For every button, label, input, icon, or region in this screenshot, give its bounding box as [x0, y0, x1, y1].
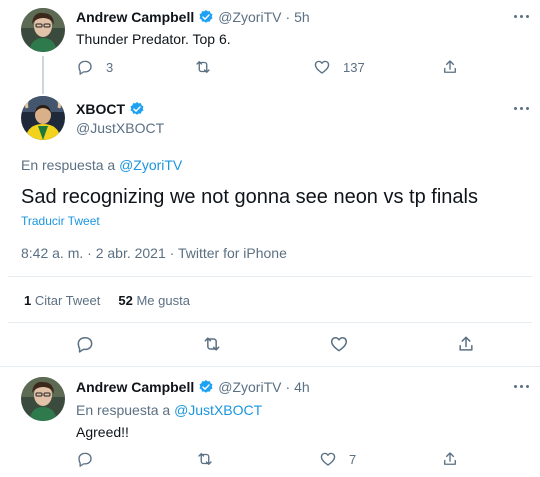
reply-prefix: En respuesta a [21, 157, 116, 173]
reply-button[interactable] [75, 334, 95, 354]
tweet-timestamp[interactable]: 8:42 a. m. · 2 abr. 2021 · Twitter for i… [21, 245, 287, 261]
tweet-text: Sad recognizing we not gonna see neon vs… [21, 186, 478, 208]
heart-icon [330, 337, 348, 352]
like-button[interactable]: 7 [319, 450, 356, 468]
heart-icon [320, 452, 336, 466]
tweet-3-header: Andrew Campbell @ZyoriTV · 4h [76, 379, 310, 395]
verified-badge-icon [199, 10, 213, 23]
share-icon [444, 60, 456, 73]
likes-count: 52 [118, 293, 133, 308]
more-icon[interactable] [510, 9, 532, 23]
thread-connector [42, 56, 44, 94]
tweet-1-header: Andrew Campbell @ZyoriTV · 5h [76, 9, 310, 25]
dot-separator: · [285, 9, 291, 25]
share-icon [459, 336, 473, 351]
avatar-image [21, 377, 65, 421]
verified-badge-icon [199, 380, 213, 393]
divider [8, 276, 532, 277]
quote-count: 1 [24, 293, 32, 308]
author-handle[interactable]: @ZyoriTV [218, 379, 281, 395]
replying-to: En respuesta a @JustXBOCT [76, 402, 262, 418]
engagement-stats: 1 Citar Tweet 52 Me gusta [24, 293, 190, 308]
retweet-icon [198, 453, 212, 465]
reply-button[interactable]: 3 [76, 58, 113, 76]
author-name[interactable]: Andrew Campbell [76, 9, 194, 25]
like-count: 137 [343, 59, 365, 75]
quote-tweets-stat[interactable]: 1 Citar Tweet [24, 293, 100, 308]
tweet-time[interactable]: 5h [294, 9, 310, 25]
reply-to-link[interactable]: @JustXBOCT [174, 402, 262, 418]
avatar-image [21, 96, 65, 140]
divider [0, 366, 540, 367]
share-icon [444, 452, 456, 465]
quote-label: Citar Tweet [34, 293, 101, 308]
author-name[interactable]: XBOCT [76, 101, 125, 117]
tweet-text: Agreed!! [76, 424, 129, 440]
heart-icon [314, 60, 330, 74]
reply-to-link[interactable]: @ZyoriTV [119, 157, 182, 173]
reply-prefix: En respuesta a [76, 402, 171, 418]
replying-to: En respuesta a @ZyoriTV [21, 157, 182, 173]
like-button[interactable]: 137 [313, 58, 365, 76]
reply-button[interactable] [76, 450, 94, 468]
share-button[interactable] [441, 58, 459, 76]
tweet-2-author-line: XBOCT [76, 101, 145, 117]
verified-badge-icon [130, 102, 144, 115]
avatar-andrew-campbell[interactable] [21, 8, 65, 52]
avatar-andrew-campbell[interactable] [21, 377, 65, 421]
dot-separator: · [285, 379, 291, 395]
more-icon[interactable] [510, 379, 532, 393]
reply-count: 3 [106, 59, 114, 75]
reply-icon [78, 60, 92, 75]
retweet-icon [204, 337, 220, 351]
translate-tweet-link[interactable]: Traducir Tweet [21, 214, 100, 228]
share-button[interactable] [441, 450, 459, 468]
tweet-time[interactable]: 4h [294, 379, 310, 395]
like-count: 7 [349, 451, 357, 467]
retweet-icon [196, 61, 210, 73]
share-button[interactable] [456, 334, 476, 354]
like-button[interactable] [329, 334, 349, 354]
more-icon[interactable] [510, 101, 532, 115]
tweet-text: Thunder Predator. Top 6. [76, 31, 231, 47]
author-handle[interactable]: @ZyoriTV [218, 9, 281, 25]
retweet-button[interactable] [202, 334, 222, 354]
retweet-button[interactable] [196, 450, 214, 468]
avatar-image [21, 8, 65, 52]
likes-label: Me gusta [136, 293, 190, 308]
reply-icon [77, 337, 93, 353]
author-name[interactable]: Andrew Campbell [76, 379, 194, 395]
retweet-button[interactable] [194, 58, 212, 76]
divider [8, 322, 532, 323]
avatar-xboct[interactable] [21, 96, 65, 140]
likes-stat[interactable]: 52 Me gusta [118, 293, 190, 308]
author-handle[interactable]: @JustXBOCT [76, 120, 164, 136]
reply-icon [78, 452, 92, 467]
